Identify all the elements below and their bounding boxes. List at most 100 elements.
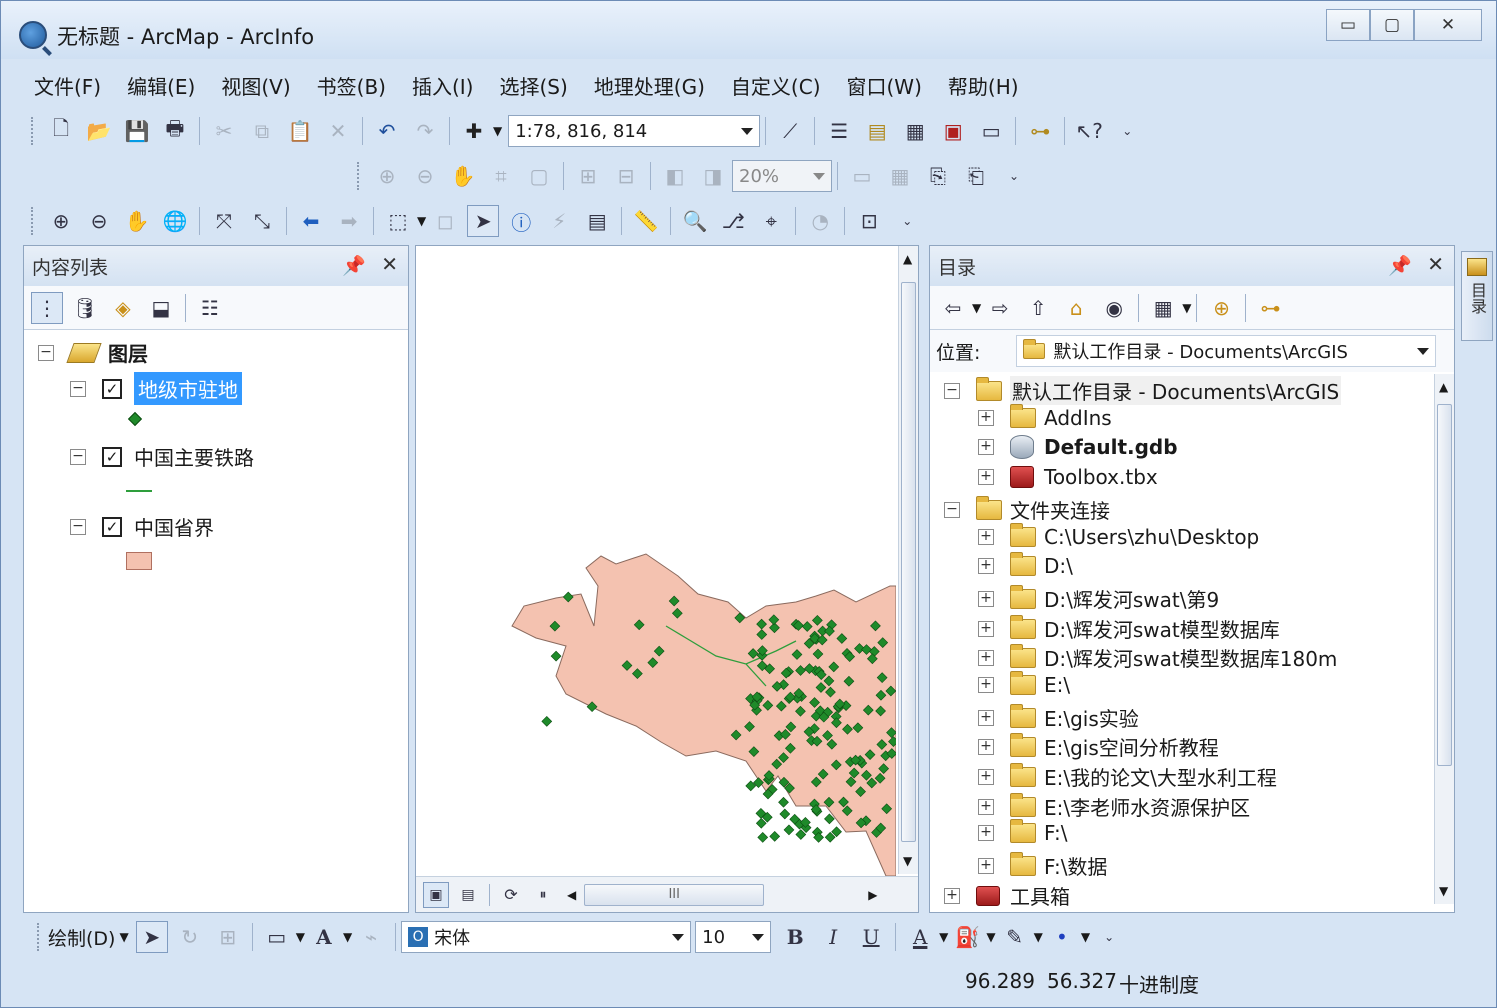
tree-node-label[interactable]: E:\gis空间分析教程 — [1044, 732, 1219, 761]
tree-node-label[interactable]: Default.gdb — [1044, 435, 1178, 459]
tree-node[interactable]: + D:\辉发河swat模型数据库180m — [978, 643, 1337, 672]
tree-node[interactable]: + E:\李老师水资源保护区 — [978, 792, 1250, 821]
city-point[interactable] — [757, 832, 769, 843]
tree-node-label[interactable]: D:\辉发河swat模型数据库180m — [1044, 643, 1337, 672]
expand-icon[interactable]: + — [978, 709, 994, 726]
tree-node[interactable]: + C:\Users\zhu\Desktop — [978, 523, 1259, 549]
rectangle-dropdown-icon[interactable]: ▼ — [296, 930, 305, 944]
tree-node-label[interactable]: D:\辉发河swat\第9 — [1044, 584, 1219, 613]
menu-file[interactable]: 文件(F) — [21, 71, 114, 100]
toc-layer-row[interactable]: − ✓ 中国省界 — [70, 512, 214, 541]
zoom-out-icon[interactable]: ⊖ — [83, 205, 115, 237]
expand-icon[interactable]: + — [978, 857, 994, 874]
list-by-drawing-order-icon[interactable]: ⋮ — [31, 291, 63, 324]
city-point[interactable] — [550, 650, 562, 662]
full-extent-icon[interactable]: 🌐 — [159, 205, 191, 237]
tree-node[interactable]: + E:\gis空间分析教程 — [978, 732, 1219, 761]
map-vertical-scrollbar[interactable]: ▲ ▼ — [898, 246, 918, 874]
tree-node-label[interactable]: E:\我的论文\大型水利工程 — [1044, 762, 1277, 791]
tree-node-label[interactable]: AddIns — [1044, 406, 1112, 430]
change-layout-icon[interactable]: ⎘ — [922, 160, 954, 192]
fill-color-dropdown-icon[interactable]: ▼ — [986, 930, 995, 944]
layer-visibility-checkbox[interactable]: ✓ — [102, 378, 122, 399]
railway-line-symbol-icon[interactable] — [126, 490, 152, 492]
city-point[interactable] — [783, 824, 795, 836]
scroll-left-icon[interactable]: ◀ — [567, 888, 576, 902]
back-icon[interactable]: ⇦ — [937, 292, 969, 324]
menu-view[interactable]: 视图(V) — [208, 71, 303, 100]
line-color-icon[interactable]: ✎ — [999, 921, 1031, 953]
fixed-zoom-in-icon[interactable]: ⊞ — [572, 160, 604, 192]
province-polygon-symbol-icon[interactable] — [126, 552, 152, 570]
tree-node[interactable]: + D:\辉发河swat\第9 — [978, 584, 1219, 613]
rotate-icon[interactable]: ↻ — [174, 921, 206, 953]
expand-icon[interactable]: + — [978, 649, 994, 666]
font-combo[interactable]: O 宋体 — [401, 921, 692, 953]
zoom-100-icon[interactable]: ▢ — [523, 160, 555, 192]
list-by-source-icon[interactable]: 🛢 — [69, 292, 101, 324]
fixed-zoom-in-map-icon[interactable]: ⤧ — [208, 205, 240, 237]
font-color-icon[interactable]: A — [904, 921, 936, 953]
tree-node[interactable]: + Toolbox.tbx — [978, 465, 1158, 489]
expand-icon[interactable]: + — [978, 798, 994, 815]
copy-icon[interactable]: ⧉ — [246, 115, 278, 147]
pin-icon[interactable]: 📌 — [342, 254, 366, 277]
tree-node[interactable]: + 工具箱 — [944, 881, 1070, 910]
city-point[interactable] — [779, 808, 791, 820]
city-point-symbol-icon[interactable] — [127, 411, 143, 427]
tree-node-label[interactable]: 文件夹连接 — [1010, 495, 1110, 524]
next-extent-icon[interactable]: ◨ — [697, 160, 729, 192]
zoom-whole-page-icon[interactable]: ⌗ — [485, 160, 517, 192]
arctoolbox-icon[interactable]: ▣ — [937, 115, 969, 147]
fill-color-icon[interactable]: ⛽ — [951, 921, 983, 953]
map-horizontal-scroll-thumb[interactable]: III — [584, 883, 765, 906]
pin-icon[interactable]: 📌 — [1388, 254, 1412, 277]
layer-visibility-checkbox[interactable]: ✓ — [102, 516, 122, 537]
forward-icon[interactable]: ⇨ — [984, 292, 1016, 324]
toolbar-options-icon[interactable]: ⌄ — [1093, 921, 1125, 953]
up-one-level-icon[interactable]: ⇧ — [1022, 292, 1054, 324]
options-icon[interactable]: ☷ — [194, 292, 226, 324]
tree-node-label[interactable]: E:\gis实验 — [1044, 703, 1139, 732]
editor-toolbar-icon[interactable]: ⟋ — [774, 115, 806, 147]
catalog-window-icon[interactable]: ▤ — [861, 115, 893, 147]
identify-icon[interactable]: ⓘ — [505, 205, 537, 237]
collapse-icon[interactable]: − — [944, 501, 960, 518]
collapse-icon[interactable]: − — [944, 382, 960, 399]
list-by-visibility-icon[interactable]: ◈ — [107, 292, 139, 324]
city-point[interactable] — [769, 830, 781, 842]
close-icon[interactable]: ✕ — [381, 252, 398, 276]
refresh-icon[interactable]: ⟳ — [498, 882, 524, 908]
redo-icon[interactable]: ↷ — [409, 115, 441, 147]
add-data-dropdown-icon[interactable]: ▼ — [493, 124, 502, 138]
views-dropdown-icon[interactable]: ▼ — [1182, 301, 1191, 315]
scroll-down-icon[interactable]: ▼ — [1439, 884, 1448, 898]
layout-zoom-combo[interactable]: 20% — [732, 160, 832, 192]
views-icon[interactable]: ▦ — [1147, 292, 1179, 324]
clear-selection-icon[interactable]: ◻ — [429, 205, 461, 237]
scroll-thumb[interactable] — [901, 282, 916, 842]
tree-node[interactable]: − 文件夹连接 — [944, 495, 1110, 524]
previous-extent-icon[interactable]: ◧ — [659, 160, 691, 192]
find-icon[interactable]: 🔍 — [679, 205, 711, 237]
toolbar-grip[interactable] — [37, 923, 42, 951]
tree-node-label[interactable]: E:\ — [1044, 673, 1070, 697]
layout-view-icon[interactable]: ▤ — [455, 882, 481, 908]
cut-icon[interactable]: ✂ — [208, 115, 240, 147]
close-icon[interactable]: ✕ — [1427, 252, 1444, 276]
scroll-up-icon[interactable]: ▲ — [903, 252, 912, 266]
fixed-zoom-out-map-icon[interactable]: ⤡ — [246, 205, 278, 237]
expand-icon[interactable]: + — [978, 469, 994, 485]
select-dropdown-icon[interactable]: ▼ — [417, 214, 426, 228]
layer-visibility-checkbox[interactable]: ✓ — [102, 446, 122, 467]
tree-node[interactable]: − 默认工作目录 - Documents\ArcGIS — [944, 376, 1342, 405]
text-icon[interactable]: A — [308, 921, 340, 953]
whats-this-icon[interactable]: ↖? — [1073, 115, 1105, 147]
line-color-dropdown-icon[interactable]: ▼ — [1034, 930, 1043, 944]
edit-vertices-icon[interactable]: ⌁ — [355, 921, 387, 953]
toc-layer-label[interactable]: 中国主要铁路 — [134, 442, 254, 471]
expand-icon[interactable]: + — [944, 887, 960, 904]
zoom-in-icon[interactable]: ⊕ — [45, 205, 77, 237]
tree-node[interactable]: + AddIns — [978, 404, 1112, 430]
city-point[interactable] — [778, 796, 789, 808]
